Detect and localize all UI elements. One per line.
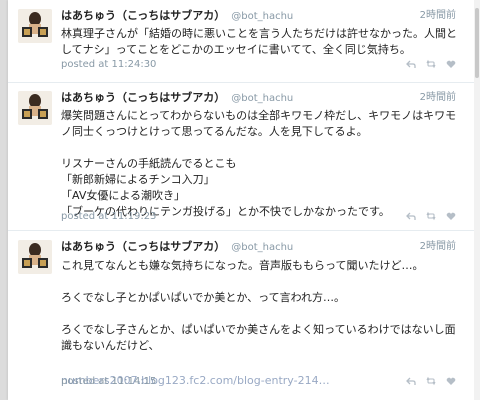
user-handle[interactable]: @bot_hachu — [231, 242, 293, 253]
display-name[interactable]: はあちゅう（こっちはサブアカ） — [61, 91, 225, 104]
posted-time: posted at 11:24:30 — [61, 59, 157, 70]
display-name[interactable]: はあちゅう（こっちはサブアカ） — [61, 240, 225, 253]
tweet-text: 爆笑問題さんにとってわからないものは全部キワモノ枠だし、キワモノはキワモノ同士く… — [61, 109, 457, 218]
retweet-icon[interactable] — [426, 59, 436, 69]
reply-icon[interactable] — [406, 376, 416, 386]
tweet-header: はあちゅう（こっちはサブアカ） @bot_hachu — [61, 9, 293, 24]
like-icon[interactable] — [446, 211, 456, 221]
reply-icon[interactable] — [406, 211, 416, 221]
display-name[interactable]: はあちゅう（こっちはサブアカ） — [61, 9, 225, 22]
avatar[interactable] — [18, 240, 52, 274]
like-icon[interactable] — [446, 59, 456, 69]
retweet-icon[interactable] — [426, 376, 436, 386]
left-background-strip — [0, 0, 8, 400]
avatar[interactable] — [18, 91, 52, 125]
scroll-thumb[interactable] — [475, 8, 479, 78]
tweet-header: はあちゅう（こっちはサブアカ） @bot_hachu — [61, 240, 293, 255]
reply-icon[interactable] — [406, 59, 416, 69]
tweet-2[interactable]: はあちゅう（こっちはサブアカ） @bot_hachu 2時間前 爆笑問題さんにとっ… — [8, 82, 474, 231]
user-handle[interactable]: @bot_hachu — [231, 93, 293, 104]
timestamp[interactable]: 2時間前 — [420, 9, 456, 23]
tweet-text: これ見てなんとも嫌な気持ちになった。音声版ももらって聞いたけど…。 ろくでなし子… — [61, 259, 456, 352]
timestamp[interactable]: 2時間前 — [420, 240, 456, 254]
tweet-actions — [406, 376, 456, 386]
tweet-text: 林真理子さんが「結婚の時に悪いことを言う人たちだけは許せなかった。人間としてナシ… — [61, 27, 457, 56]
retweet-icon[interactable] — [426, 211, 436, 221]
posted-time: posted at 11:14:15 — [61, 376, 157, 387]
tweet-1[interactable]: はあちゅう（こっちはサブアカ） @bot_hachu 2時間前 林真理子さんが「結… — [8, 0, 474, 83]
tweet-actions — [406, 59, 456, 69]
tweet-3[interactable]: はあちゅう（こっちはサブアカ） @bot_hachu 2時間前 これ見てなんとも嫌… — [8, 230, 474, 400]
tweet-header: はあちゅう（こっちはサブアカ） @bot_hachu — [61, 91, 293, 106]
user-handle[interactable]: @bot_hachu — [231, 11, 293, 22]
timestamp[interactable]: 2時間前 — [420, 91, 456, 105]
tweet-timeline: はあちゅう（こっちはサブアカ） @bot_hachu 2時間前 林真理子さんが「結… — [8, 0, 474, 400]
posted-time: posted at 11:19:23 — [61, 211, 157, 222]
screen: はあちゅう（こっちはサブアカ） @bot_hachu 2時間前 林真理子さんが「結… — [0, 0, 480, 400]
scrollbar[interactable] — [474, 0, 480, 400]
like-icon[interactable] — [446, 376, 456, 386]
tweet-actions — [406, 211, 456, 221]
avatar[interactable] — [18, 9, 52, 43]
